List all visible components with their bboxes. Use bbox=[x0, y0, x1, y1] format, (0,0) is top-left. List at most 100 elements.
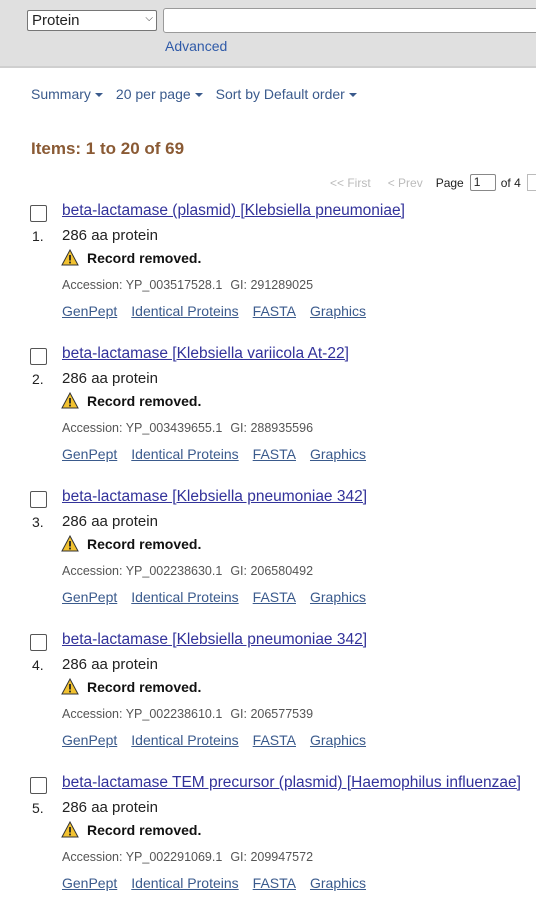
genpept-link[interactable]: GenPept bbox=[62, 303, 117, 319]
graphics-link[interactable]: Graphics bbox=[310, 875, 366, 891]
result-accession-info: Accession: YP_002238610.1 GI: 206577539 bbox=[62, 707, 313, 721]
gi-number: GI: 209947572 bbox=[230, 850, 314, 864]
record-status-text: Record removed. bbox=[87, 678, 202, 695]
sort-dropdown-label: Sort by Default order bbox=[215, 86, 345, 102]
result-title-link[interactable]: beta-lactamase [Klebsiella variicola At-… bbox=[62, 345, 349, 363]
record-status-text: Record removed. bbox=[87, 821, 202, 838]
pager: << First < Prev Page 1 of 4 bbox=[330, 174, 536, 191]
fasta-link[interactable]: FASTA bbox=[253, 875, 296, 891]
accession-number: Accession: YP_003439655.1 bbox=[62, 421, 223, 435]
prev-page-link[interactable]: < Prev bbox=[388, 176, 423, 190]
gi-number: GI: 288935596 bbox=[230, 421, 314, 435]
format-dropdown[interactable]: Summary bbox=[31, 86, 103, 102]
caret-down-icon bbox=[194, 93, 203, 97]
next-page-button[interactable] bbox=[526, 174, 536, 191]
record-status: Record removed. bbox=[61, 821, 201, 838]
database-select-value: Protein bbox=[32, 12, 80, 29]
select-checkbox[interactable] bbox=[30, 634, 47, 651]
result-accession-info: Accession: YP_002238630.1 GI: 206580492 bbox=[62, 564, 313, 578]
record-status-text: Record removed. bbox=[87, 249, 202, 266]
genpept-link[interactable]: GenPept bbox=[62, 446, 117, 462]
warning-triangle-icon bbox=[61, 535, 79, 552]
graphics-link[interactable]: Graphics bbox=[310, 446, 366, 462]
select-checkbox[interactable] bbox=[30, 205, 47, 222]
select-checkbox[interactable] bbox=[30, 777, 47, 794]
accession-number: Accession: YP_002238630.1 bbox=[62, 564, 223, 578]
record-status: Record removed. bbox=[61, 249, 201, 266]
warning-triangle-icon bbox=[61, 392, 79, 409]
fasta-link[interactable]: FASTA bbox=[253, 446, 296, 462]
result-number: 3. bbox=[32, 514, 44, 530]
result-title-link[interactable]: beta-lactamase [Klebsiella pneumoniae 34… bbox=[62, 488, 367, 506]
genpept-link[interactable]: GenPept bbox=[62, 732, 117, 748]
result-links: GenPept Identical Proteins FASTA Graphics bbox=[62, 589, 380, 605]
result-links: GenPept Identical Proteins FASTA Graphics bbox=[62, 732, 380, 748]
gi-number: GI: 206577539 bbox=[230, 707, 314, 721]
graphics-link[interactable]: Graphics bbox=[310, 589, 366, 605]
advanced-search-link[interactable]: Advanced bbox=[165, 38, 227, 54]
result-item: 3. beta-lactamase [Klebsiella pneumoniae … bbox=[0, 488, 536, 628]
accession-number: Accession: YP_002291069.1 bbox=[62, 850, 223, 864]
fasta-link[interactable]: FASTA bbox=[253, 732, 296, 748]
result-description: 286 aa protein bbox=[62, 370, 158, 387]
page-label: Page bbox=[435, 175, 464, 190]
caret-down-icon bbox=[94, 93, 103, 97]
accession-number: Accession: YP_003517528.1 bbox=[62, 278, 223, 292]
page-total: of 4 bbox=[500, 175, 521, 190]
gi-number: GI: 206580492 bbox=[230, 564, 314, 578]
genpept-link[interactable]: GenPept bbox=[62, 589, 117, 605]
result-links: GenPept Identical Proteins FASTA Graphics bbox=[62, 875, 380, 891]
identical-proteins-link[interactable]: Identical Proteins bbox=[131, 875, 238, 891]
result-item: 1. beta-lactamase (plasmid) [Klebsiella p… bbox=[0, 202, 536, 342]
result-description: 286 aa protein bbox=[62, 799, 158, 816]
page-number-input[interactable]: 1 bbox=[469, 174, 496, 191]
record-status: Record removed. bbox=[61, 535, 201, 552]
gi-number: GI: 291289025 bbox=[230, 278, 314, 292]
identical-proteins-link[interactable]: Identical Proteins bbox=[131, 446, 238, 462]
genpept-link[interactable]: GenPept bbox=[62, 875, 117, 891]
result-description: 286 aa protein bbox=[62, 513, 158, 530]
result-description: 286 aa protein bbox=[62, 227, 158, 244]
record-status-text: Record removed. bbox=[87, 392, 202, 409]
result-accession-info: Accession: YP_003517528.1 GI: 291289025 bbox=[62, 278, 313, 292]
identical-proteins-link[interactable]: Identical Proteins bbox=[131, 732, 238, 748]
warning-triangle-icon bbox=[61, 821, 79, 838]
format-dropdown-label: Summary bbox=[31, 86, 91, 102]
result-number: 4. bbox=[32, 657, 44, 673]
fasta-link[interactable]: FASTA bbox=[253, 303, 296, 319]
fasta-link[interactable]: FASTA bbox=[253, 589, 296, 605]
result-accession-info: Accession: YP_003439655.1 GI: 288935596 bbox=[62, 421, 313, 435]
record-status: Record removed. bbox=[61, 392, 201, 409]
identical-proteins-link[interactable]: Identical Proteins bbox=[131, 589, 238, 605]
chevron-down-icon: ⌵ bbox=[145, 13, 153, 24]
result-number: 1. bbox=[32, 228, 44, 244]
graphics-link[interactable]: Graphics bbox=[310, 303, 366, 319]
result-accession-info: Accession: YP_002291069.1 GI: 209947572 bbox=[62, 850, 313, 864]
select-checkbox[interactable] bbox=[30, 348, 47, 365]
record-status-text: Record removed. bbox=[87, 535, 202, 552]
sort-dropdown[interactable]: Sort by Default order bbox=[216, 86, 357, 102]
warning-triangle-icon bbox=[61, 678, 79, 695]
search-bar: Protein ⌵ Advanced bbox=[0, 0, 536, 68]
per-page-dropdown[interactable]: 20 per page bbox=[116, 86, 203, 102]
result-description: 286 aa protein bbox=[62, 656, 158, 673]
per-page-dropdown-label: 20 per page bbox=[115, 86, 191, 102]
result-title-link[interactable]: beta-lactamase TEM precursor (plasmid) [… bbox=[62, 774, 521, 792]
result-item: 5. beta-lactamase TEM precursor (plasmid)… bbox=[0, 774, 536, 914]
accession-number: Accession: YP_002238610.1 bbox=[62, 707, 223, 721]
result-title-link[interactable]: beta-lactamase (plasmid) [Klebsiella pne… bbox=[62, 202, 405, 220]
database-select[interactable]: Protein ⌵ bbox=[27, 10, 157, 31]
result-item: 2. beta-lactamase [Klebsiella variicola A… bbox=[0, 345, 536, 485]
select-checkbox[interactable] bbox=[30, 491, 47, 508]
result-item: 4. beta-lactamase [Klebsiella pneumoniae … bbox=[0, 631, 536, 771]
result-links: GenPept Identical Proteins FASTA Graphics bbox=[62, 446, 380, 462]
result-number: 5. bbox=[32, 800, 44, 816]
first-page-link[interactable]: << First bbox=[330, 176, 371, 190]
items-count: Items: 1 to 20 of 69 bbox=[31, 139, 185, 158]
search-input[interactable] bbox=[163, 8, 536, 33]
result-number: 2. bbox=[32, 371, 44, 387]
graphics-link[interactable]: Graphics bbox=[310, 732, 366, 748]
result-links: GenPept Identical Proteins FASTA Graphics bbox=[62, 303, 380, 319]
identical-proteins-link[interactable]: Identical Proteins bbox=[131, 303, 238, 319]
result-title-link[interactable]: beta-lactamase [Klebsiella pneumoniae 34… bbox=[62, 631, 367, 649]
